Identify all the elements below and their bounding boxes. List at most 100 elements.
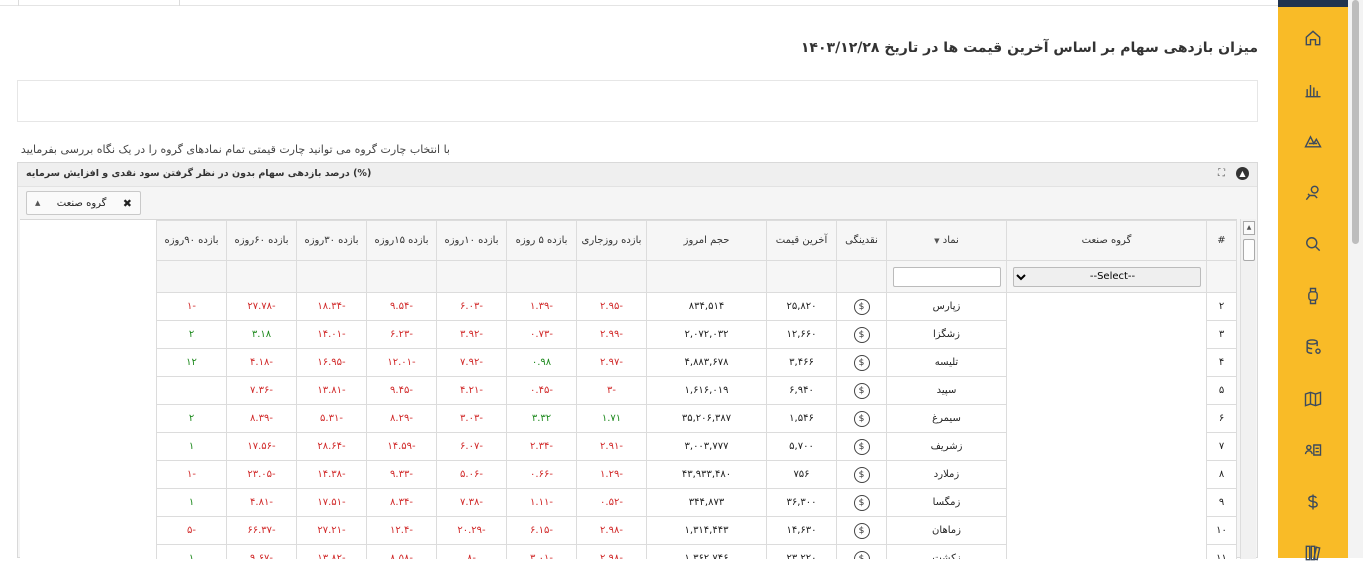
filter-cell	[506, 260, 577, 293]
row-return-d: -۲.۹۱	[576, 432, 647, 461]
map-icon[interactable]	[1295, 381, 1331, 417]
group-filter-select[interactable]: --Select--	[1012, 266, 1201, 287]
top-tab[interactable]	[18, 0, 180, 6]
hand-coins-icon[interactable]	[1295, 175, 1331, 211]
symbol-filter-input[interactable]	[892, 266, 1001, 287]
table-row[interactable]: ۵ سپید $۶,۹۴۰ ۱,۶۱۶,۰۱۹ -۳ -۰.۴۵ -۴.۲۱ -۹.۴۵ -۱۳…	[156, 376, 1237, 405]
row-rank: ۲	[1206, 292, 1237, 321]
row-liquidity: $	[836, 404, 887, 433]
row-return-r90: ۲	[156, 320, 227, 349]
row-return-d: -۲.۹۸	[576, 544, 647, 559]
page-scroll-thumb[interactable]	[1352, 0, 1359, 244]
row-group	[1006, 432, 1207, 461]
bar-chart-icon[interactable]	[1295, 72, 1331, 108]
table-row[interactable]: ۱۰ زماهان $۱۴,۶۳۰ ۱,۳۱۴,۴۴۳ -۲.۹۸ -۶.۱۵ -۲۰.۲۹…	[156, 516, 1237, 545]
row-return-r5: -۳.۰۱	[506, 544, 577, 559]
collapse-toggle-icon[interactable]: ▲	[1236, 167, 1249, 180]
right-sidebar	[1278, 0, 1348, 561]
row-return-r60: ۳.۱۸	[226, 320, 297, 349]
row-last-price: ۱۴,۶۳۰	[766, 516, 837, 545]
remove-group-icon[interactable]: ✖	[123, 197, 132, 210]
col-ret-15[interactable]: بازده ۱۵روزه	[366, 220, 437, 261]
col-symbol[interactable]: نماد ▼	[886, 220, 1007, 261]
table-body: ۲ زپارس $۲۵,۸۲۰ ۸۳۴,۵۱۴ -۲.۹۵ -۱.۳۹ -۶.۰۳ -۹.۵۴…	[156, 292, 1237, 559]
row-return-r10: -۵.۰۶	[436, 460, 507, 489]
table-row[interactable]: ۷ زشریف $۵,۷۰۰ ۳,۰۰۳,۷۷۷ -۲.۹۱ -۲.۳۴ -۶.۰۷ -۱۴.…	[156, 432, 1237, 461]
cash-flow-icon[interactable]: $	[853, 494, 870, 511]
filter-cell	[646, 260, 767, 293]
cash-flow-icon[interactable]: $	[853, 382, 870, 399]
row-volume: ۱,۳۶۲,۷۴۶	[646, 544, 767, 559]
row-liquidity: $	[836, 432, 887, 461]
row-return-d: -۲.۹۹	[576, 320, 647, 349]
row-volume: ۲,۰۷۲,۰۳۲	[646, 320, 767, 349]
group-by-chip[interactable]: ✖ گروه صنعت ▲	[26, 191, 141, 215]
books-icon[interactable]	[1295, 535, 1331, 571]
search-icon[interactable]	[1295, 226, 1331, 262]
row-return-r15: -۱۲.۰۱	[366, 348, 437, 377]
row-return-r15: -۱۴.۵۹	[366, 432, 437, 461]
filter-row: --Select--	[156, 260, 1237, 293]
cash-flow-icon[interactable]: $	[853, 354, 870, 371]
table-row[interactable]: ۶ سیمرغ $۱,۵۴۶ ۳۵,۲۰۶,۳۸۷ ۱.۷۱ ۳.۳۲ -۳.۰۳ -۸.۲۹…	[156, 404, 1237, 433]
row-return-d: -۲.۹۸	[576, 516, 647, 545]
col-ret-10[interactable]: بازده ۱۰روزه	[436, 220, 507, 261]
sort-arrow-icon[interactable]: ▲	[35, 199, 40, 207]
row-return-r90: -۵	[156, 516, 227, 545]
cash-flow-icon[interactable]: $	[853, 522, 870, 539]
table-row[interactable]: ۸ زملارد $۷۵۶ ۴۳,۹۳۳,۴۸۰ -۱.۲۹ -۰.۶۶ -۵.۰۶ -۹.۳…	[156, 460, 1237, 489]
col-ret-30[interactable]: بازده ۳۰روزه	[296, 220, 367, 261]
cash-flow-icon[interactable]: $	[853, 466, 870, 483]
row-return-r10: -۴.۲۱	[436, 376, 507, 405]
col-last-price[interactable]: آخرین قیمت	[766, 220, 837, 261]
table-row[interactable]: ۲ زپارس $۲۵,۸۲۰ ۸۳۴,۵۱۴ -۲.۹۵ -۱.۳۹ -۶.۰۳ -۹.۵۴…	[156, 292, 1237, 321]
cash-flow-icon[interactable]: $	[853, 410, 870, 427]
expand-icon[interactable]: ⛶	[1218, 168, 1225, 179]
scroll-up-icon[interactable]: ▲	[1243, 221, 1255, 235]
home-icon[interactable]	[1295, 20, 1331, 56]
row-return-r10: -۳.۹۲	[436, 320, 507, 349]
row-return-r15: -۸.۲۹	[366, 404, 437, 433]
sort-desc-icon[interactable]: ▼	[934, 237, 939, 245]
table-row[interactable]: ۹ زمگسا $۳۶,۳۰۰ ۳۴۴,۸۷۳ -۰.۵۲ -۱.۱۱ -۷.۳۸ -۸.۳۴…	[156, 488, 1237, 517]
row-last-price: ۶,۹۴۰	[766, 376, 837, 405]
user-card-icon[interactable]	[1295, 432, 1331, 468]
database-icon[interactable]	[1295, 329, 1331, 365]
row-return-r15: -۹.۴۵	[366, 376, 437, 405]
row-symbol: زماهان	[886, 516, 1007, 545]
table-row[interactable]: ۳ زشگزا $۱۲,۶۶۰ ۲,۰۷۲,۰۳۲ -۲.۹۹ -۰.۷۳ -۳.۹۲ -۶.…	[156, 320, 1237, 349]
row-symbol: سیمرغ	[886, 404, 1007, 433]
watch-icon[interactable]	[1295, 278, 1331, 314]
row-return-r5: -۰.۴۵	[506, 376, 577, 405]
dollar-icon[interactable]	[1295, 484, 1331, 520]
row-last-price: ۱,۵۴۶	[766, 404, 837, 433]
row-return-r30: -۱۶.۹۵	[296, 348, 367, 377]
row-volume: ۳۴۴,۸۷۳	[646, 488, 767, 517]
col-rank[interactable]: #	[1206, 220, 1237, 261]
col-group[interactable]: گروه صنعت	[1006, 220, 1207, 261]
analysis-icon[interactable]	[1295, 123, 1331, 159]
row-return-r15: -۶.۲۳	[366, 320, 437, 349]
col-ret-90[interactable]: بازده ۹۰روزه	[156, 220, 227, 261]
row-group	[1006, 292, 1207, 321]
row-return-r30: -۱۳.۸۱	[296, 376, 367, 405]
cash-flow-icon[interactable]: $	[853, 326, 870, 343]
row-symbol: زکشت	[886, 544, 1007, 559]
cash-flow-icon[interactable]: $	[853, 438, 870, 455]
col-liquidity[interactable]: نقدینگی	[836, 220, 887, 261]
col-ret-60[interactable]: بازده ۶۰روزه	[226, 220, 297, 261]
grid-scrollbar[interactable]: ▲	[1240, 219, 1256, 559]
row-last-price: ۲۵,۸۲۰	[766, 292, 837, 321]
row-rank: ۱۱	[1206, 544, 1237, 559]
row-liquidity: $	[836, 544, 887, 559]
row-group	[1006, 376, 1207, 405]
cash-flow-icon[interactable]: $	[853, 298, 870, 315]
table-row[interactable]: ۱۱ زکشت $۲۳,۲۲۰ ۱,۳۶۲,۷۴۶ -۲.۹۸ -۳.۰۱ -۸ -۸.۵۸-…	[156, 544, 1237, 559]
col-ret-daily[interactable]: بازده روزجاری	[576, 220, 647, 261]
page-scrollbar[interactable]	[1348, 0, 1363, 558]
col-ret-5[interactable]: بازده ۵ روزه	[506, 220, 577, 261]
scroll-thumb[interactable]	[1243, 239, 1255, 261]
table-row[interactable]: ۴ تلیسه $۳,۴۶۶ ۴,۸۸۳,۶۷۸ -۲.۹۷ ۰.۹۸ -۷.۹۲ -۱۲.۰…	[156, 348, 1237, 377]
filter-cell	[1206, 260, 1237, 293]
col-volume[interactable]: حجم امروز	[646, 220, 767, 261]
